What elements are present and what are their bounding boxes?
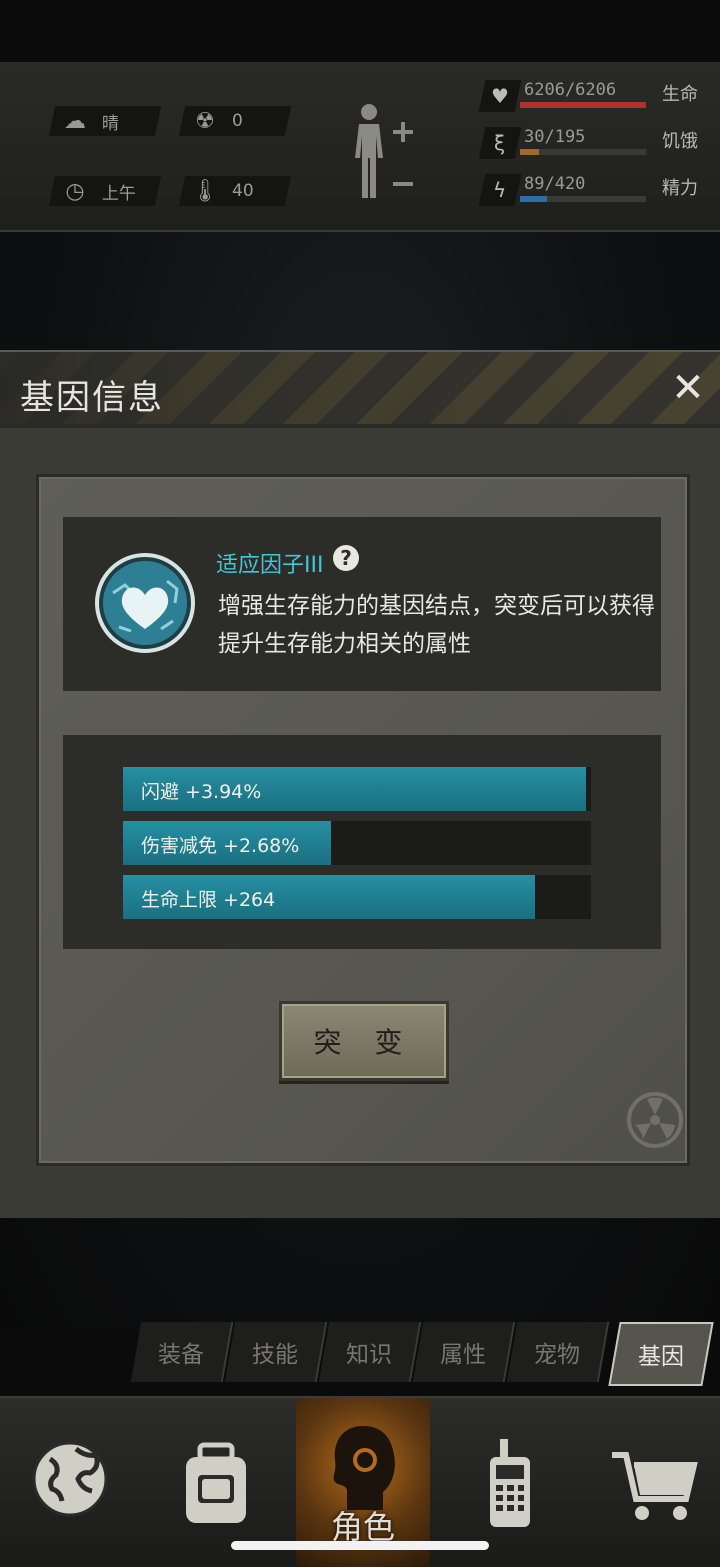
- energy-icon: ϟ: [478, 174, 522, 206]
- tab-label: 属性: [440, 1342, 486, 1368]
- time-pill: ◷ 上午: [48, 176, 162, 206]
- stat-label: 伤害减免 +2.68%: [141, 835, 300, 857]
- globe-icon: [32, 1441, 108, 1516]
- hunger-value: 30/195: [524, 127, 586, 147]
- gene-card: 适应因子III ? 增强生存能力的基因结点，突变后可以获得提升生存能力相关的属性: [63, 517, 661, 691]
- stat-bar-dodge: 闪避 +3.94%: [123, 767, 591, 811]
- tab-label: 技能: [252, 1342, 298, 1368]
- stat-bar-max-health: 生命上限 +264: [123, 875, 591, 919]
- cart-icon: [612, 1451, 698, 1520]
- close-button[interactable]: ✕: [668, 366, 708, 410]
- modal-body: 适应因子III ? 增强生存能力的基因结点，突变后可以获得提升生存能力相关的属性…: [36, 474, 690, 1166]
- energy-value: 89/420: [524, 174, 586, 194]
- tab-knowledge[interactable]: 知识: [318, 1322, 422, 1382]
- temperature-pill: 🌡 40: [178, 176, 292, 206]
- weather-label: 晴: [102, 113, 119, 134]
- tab-label: 装备: [158, 1342, 204, 1368]
- home-indicator[interactable]: [231, 1541, 489, 1550]
- time-label: 上午: [102, 183, 136, 204]
- body-figure-icon[interactable]: [345, 100, 425, 210]
- backpack-icon: [186, 1442, 246, 1523]
- modal-header: 基因信息 ✕: [0, 352, 720, 428]
- clock-icon: ◷: [65, 178, 85, 204]
- health-label: 生命: [662, 84, 698, 105]
- character-tabs: 装备 技能 知识 属性 宠物 基因: [130, 1322, 720, 1386]
- status-bar: ☁ 晴 ☢ 0 ◷ 上午 🌡 40 ♥ 6206/6206 生命 ξ 30/19…: [0, 62, 720, 232]
- heart-icon: ♥: [478, 80, 522, 112]
- gene-stats-panel: 闪避 +3.94% 伤害减免 +2.68% 生命上限 +264: [63, 735, 661, 949]
- health-value: 6206/6206: [524, 80, 617, 100]
- energy-bar: [520, 196, 646, 202]
- hunger-label: 饥饿: [662, 131, 698, 152]
- close-icon: ✕: [671, 365, 705, 411]
- mutate-button[interactable]: 突 变: [279, 1001, 449, 1081]
- radio-icon: [490, 1438, 530, 1527]
- health-bar: [520, 102, 646, 108]
- mutate-label: 突 变: [313, 1026, 415, 1059]
- tab-pets[interactable]: 宠物: [506, 1322, 610, 1382]
- stat-label: 闪避 +3.94%: [141, 781, 262, 803]
- tab-genes[interactable]: 基因: [608, 1322, 714, 1386]
- thermometer-icon: 🌡: [191, 178, 219, 204]
- help-icon[interactable]: ?: [333, 545, 359, 571]
- energy-label: 精力: [662, 178, 698, 199]
- vital-energy: ϟ 89/420 精力: [478, 170, 720, 210]
- radiation-watermark-icon: [627, 1092, 683, 1148]
- tab-label: 知识: [346, 1342, 392, 1368]
- modal-title: 基因信息: [20, 378, 164, 418]
- nav-world[interactable]: [0, 1398, 144, 1567]
- stat-label: 生命上限 +264: [141, 889, 276, 911]
- radiation-pill: ☢ 0: [178, 106, 292, 136]
- tab-label: 基因: [638, 1344, 684, 1370]
- cloud-sun-icon: ☁: [64, 108, 86, 134]
- stomach-icon: ξ: [478, 127, 522, 159]
- gene-description: 增强生存能力的基因结点，突变后可以获得提升生存能力相关的属性: [218, 593, 655, 657]
- vital-hunger: ξ 30/195 饥饿: [478, 123, 720, 163]
- nav-shop[interactable]: [582, 1398, 720, 1567]
- weather-pill: ☁ 晴: [48, 106, 162, 136]
- radiation-icon: ☢: [195, 108, 215, 134]
- vital-health: ♥ 6206/6206 生命: [478, 76, 720, 116]
- radiation-value: 0: [232, 111, 243, 131]
- tab-equipment[interactable]: 装备: [130, 1322, 234, 1382]
- hunger-bar: [520, 149, 646, 155]
- gene-heart-icon: [95, 553, 195, 653]
- tab-label: 宠物: [534, 1342, 580, 1368]
- stat-bar-damage-reduction: 伤害减免 +2.68%: [123, 821, 591, 865]
- gene-info-modal: 基因信息 ✕ 适应因子III ? 增强生存能力的基因结点，突变后可以获得提升生存…: [0, 350, 720, 1218]
- tab-attributes[interactable]: 属性: [412, 1322, 516, 1382]
- temperature-value: 40: [232, 181, 254, 201]
- tab-skills[interactable]: 技能: [224, 1322, 328, 1382]
- gene-name: 适应因子III: [216, 553, 324, 578]
